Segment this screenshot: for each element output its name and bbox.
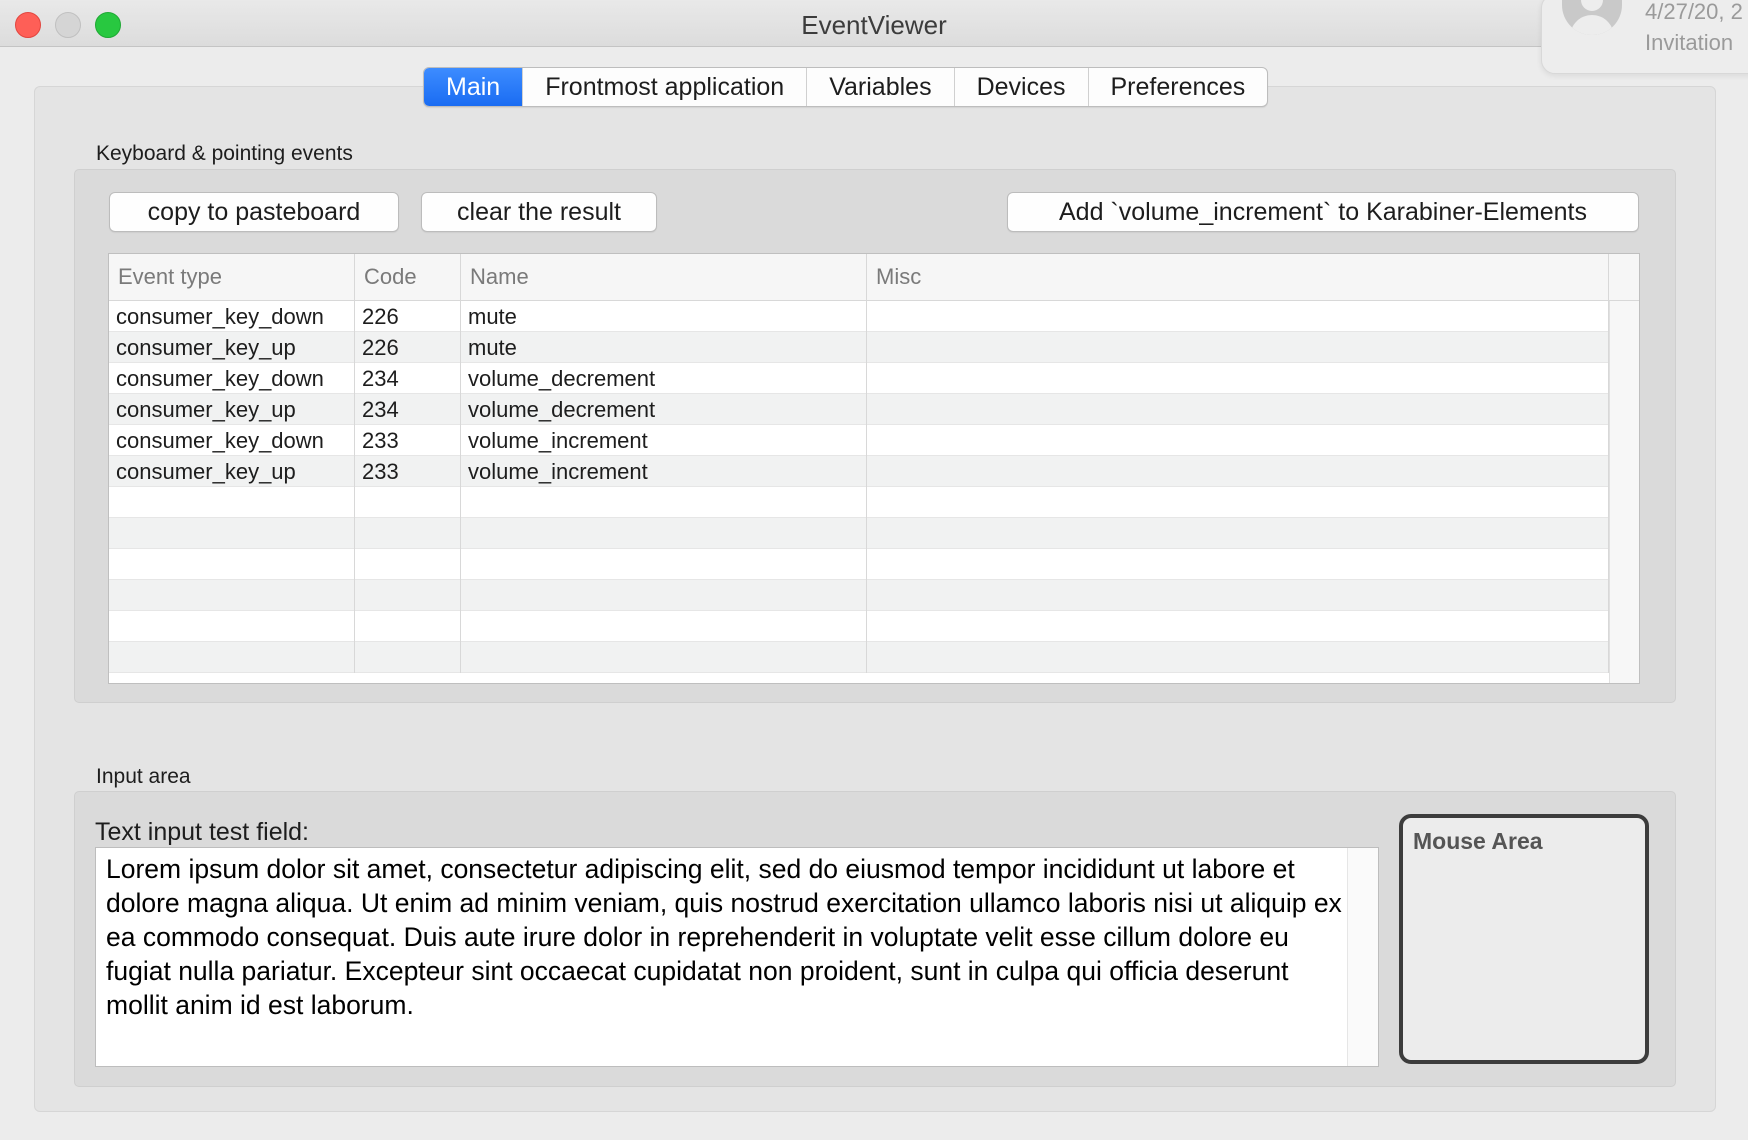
cell-event-type: consumer_key_down (109, 425, 355, 456)
events-table[interactable]: Event type Code Name Misc consumer_key_d… (108, 253, 1640, 684)
tab-main[interactable]: Main (424, 68, 523, 106)
cell-event-type (109, 487, 355, 518)
cell-name: volume_increment (461, 456, 867, 487)
cell-event-type (109, 549, 355, 580)
cell-misc (867, 301, 1609, 332)
column-header-event-type[interactable]: Event type (109, 254, 355, 300)
cell-event-type (109, 580, 355, 611)
cell-name: mute (461, 332, 867, 363)
cell-name (461, 487, 867, 518)
column-header-name[interactable]: Name (461, 254, 867, 300)
cell-event-type (109, 642, 355, 673)
cell-event-type: consumer_key_up (109, 394, 355, 425)
cell-code: 233 (355, 425, 461, 456)
text-input-field[interactable]: Lorem ipsum dolor sit amet, consectetur … (95, 847, 1379, 1067)
cell-misc (867, 456, 1609, 487)
cell-name (461, 549, 867, 580)
table-row[interactable] (109, 549, 1609, 580)
copy-to-pasteboard-button[interactable]: copy to pasteboard (109, 192, 399, 232)
table-row[interactable]: consumer_key_down 234 volume_decrement (109, 363, 1609, 394)
add-to-karabiner-button[interactable]: Add `volume_increment` to Karabiner-Elem… (1007, 192, 1639, 232)
cell-event-type: consumer_key_down (109, 301, 355, 332)
cell-code (355, 642, 461, 673)
cell-code: 226 (355, 301, 461, 332)
table-row[interactable] (109, 611, 1609, 642)
cell-misc (867, 611, 1609, 642)
table-row[interactable]: consumer_key_up 233 volume_increment (109, 456, 1609, 487)
notification-date: 4/27/20, 2 (1645, 0, 1743, 24)
cell-name (461, 518, 867, 549)
cell-code: 234 (355, 394, 461, 425)
table-body: consumer_key_down 226 mute consumer_key_up 2… (109, 301, 1609, 673)
tab-preferences[interactable]: Preferences (1087, 68, 1268, 106)
input-area-label: Input area (96, 765, 191, 788)
cell-code (355, 518, 461, 549)
cell-misc (867, 425, 1609, 456)
cell-misc (867, 363, 1609, 394)
cell-code (355, 611, 461, 642)
cell-code (355, 549, 461, 580)
table-row[interactable]: consumer_key_up 226 mute (109, 332, 1609, 363)
cell-name: volume_decrement (461, 363, 867, 394)
mouse-area-label: Mouse Area (1413, 828, 1543, 854)
table-row[interactable]: consumer_key_up 234 volume_decrement (109, 394, 1609, 425)
tab-variables[interactable]: Variables (806, 68, 953, 106)
text-field-scrollbar[interactable] (1347, 848, 1378, 1066)
cell-name: mute (461, 301, 867, 332)
cell-code: 234 (355, 363, 461, 394)
table-row[interactable]: consumer_key_down 233 volume_increment (109, 425, 1609, 456)
cell-misc (867, 487, 1609, 518)
table-row[interactable] (109, 487, 1609, 518)
table-header: Event type Code Name Misc (109, 254, 1639, 301)
cell-code (355, 487, 461, 518)
table-row[interactable] (109, 580, 1609, 611)
tab-frontmost-application[interactable]: Frontmost application (522, 68, 806, 106)
table-row[interactable]: consumer_key_down 226 mute (109, 301, 1609, 332)
text-field-label: Text input test field: (95, 818, 310, 846)
cell-name: volume_decrement (461, 394, 867, 425)
cell-misc (867, 332, 1609, 363)
table-scrollbar[interactable] (1609, 301, 1639, 683)
cell-code: 233 (355, 456, 461, 487)
cell-misc (867, 549, 1609, 580)
avatar-icon (1562, 0, 1622, 35)
notification-banner[interactable]: 4/27/20, 2 Invitation (1541, 0, 1748, 74)
tab-bar: Main Frontmost application Variables Dev… (423, 67, 1269, 107)
clear-result-button[interactable]: clear the result (421, 192, 657, 232)
cell-event-type: consumer_key_up (109, 456, 355, 487)
events-section-label: Keyboard & pointing events (96, 142, 353, 165)
cell-misc (867, 580, 1609, 611)
cell-misc (867, 518, 1609, 549)
cell-misc (867, 394, 1609, 425)
title-bar: EventViewer (0, 0, 1748, 47)
tab-devices[interactable]: Devices (953, 68, 1088, 106)
mouse-area[interactable]: Mouse Area (1399, 814, 1649, 1064)
cell-event-type (109, 611, 355, 642)
cell-event-type: consumer_key_down (109, 363, 355, 394)
cell-code (355, 580, 461, 611)
cell-misc (867, 642, 1609, 673)
cell-event-type (109, 518, 355, 549)
cell-name (461, 642, 867, 673)
cell-name: volume_increment (461, 425, 867, 456)
column-header-misc[interactable]: Misc (867, 254, 1609, 300)
notification-text: Invitation (1645, 30, 1734, 55)
cell-event-type: consumer_key_up (109, 332, 355, 363)
cell-code: 226 (355, 332, 461, 363)
window-title: EventViewer (801, 10, 947, 40)
table-row[interactable] (109, 518, 1609, 549)
text-input-value[interactable]: Lorem ipsum dolor sit amet, consectetur … (106, 852, 1351, 1022)
table-row[interactable] (109, 642, 1609, 673)
cell-name (461, 611, 867, 642)
cell-name (461, 580, 867, 611)
column-header-code[interactable]: Code (355, 254, 461, 300)
